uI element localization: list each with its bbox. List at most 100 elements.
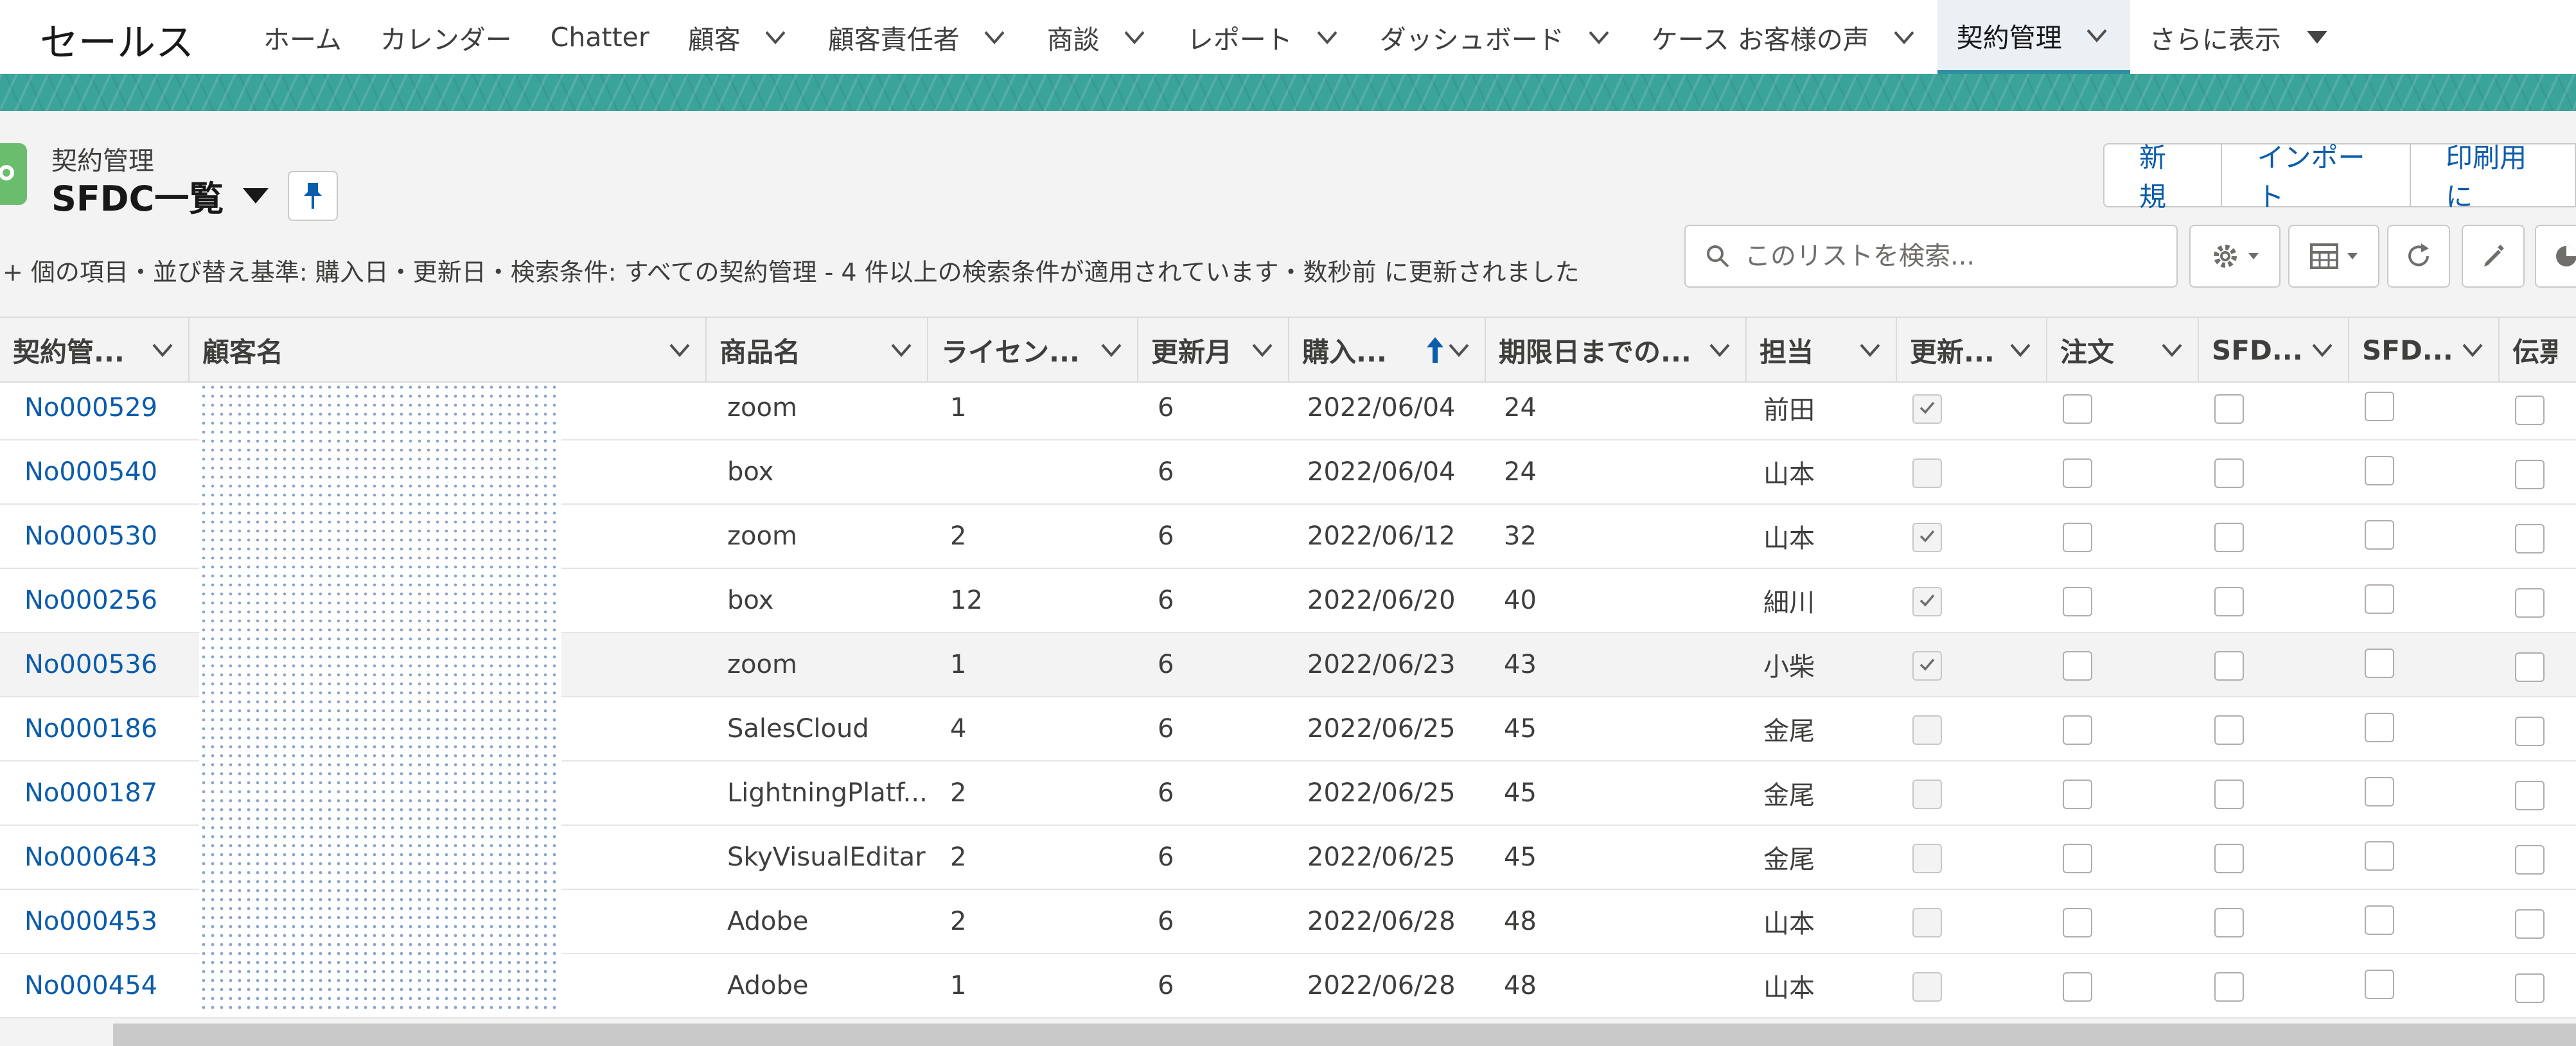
column-header-3[interactable]: ライセン... (928, 318, 1138, 382)
column-header-1[interactable]: 顧客名 (190, 318, 707, 382)
cell-id[interactable]: No000530 (24, 505, 195, 568)
checkbox-sfd-2[interactable] (2365, 649, 2394, 678)
chevron-down-icon[interactable] (1707, 337, 1733, 363)
chevron-down-icon[interactable] (2083, 21, 2111, 49)
refresh-button[interactable] (2387, 225, 2450, 288)
chevron-down-icon[interactable] (1585, 23, 1613, 51)
chevron-down-icon[interactable] (1446, 337, 1472, 363)
chevron-down-icon[interactable] (1098, 337, 1124, 363)
chevron-down-icon[interactable] (667, 337, 693, 363)
nav-tab-4[interactable]: 顧客責任者 (809, 0, 1028, 74)
sort-ascending-icon[interactable] (1424, 336, 1446, 364)
action-button-0[interactable]: 新規 (2103, 142, 2223, 213)
column-header-11[interactable]: SFD... (2349, 318, 2500, 382)
chevron-down-icon[interactable] (1120, 23, 1149, 51)
chevron-down-icon[interactable] (2309, 337, 2335, 363)
checkbox-order[interactable] (2063, 715, 2092, 745)
checkbox-order[interactable] (2063, 972, 2092, 1002)
nav-tab-8[interactable]: ケース お客様の声 (1632, 0, 1937, 74)
action-button-1[interactable]: インポート (2221, 142, 2412, 213)
checkbox-sfd-2[interactable] (2365, 905, 2394, 935)
checkbox-sfd-2[interactable] (2365, 392, 2394, 421)
checkbox-sfd-1[interactable] (2214, 523, 2244, 552)
nav-tab-3[interactable]: 顧客 (669, 0, 809, 74)
nav-tab-1[interactable]: カレンダー (361, 0, 531, 74)
display-as-button[interactable] (2288, 225, 2379, 288)
checkbox-sfd-1[interactable] (2214, 394, 2244, 424)
checkbox-sfd-1[interactable] (2214, 972, 2244, 1002)
checkbox-order[interactable] (2063, 394, 2092, 424)
cell-id[interactable]: No000187 (24, 762, 195, 824)
cell-id[interactable]: No000643 (24, 826, 195, 889)
pin-list-button[interactable] (288, 171, 338, 221)
checkbox-sfd-2[interactable] (2365, 584, 2394, 614)
column-header-4[interactable]: 更新月 (1138, 318, 1289, 382)
charts-button[interactable] (2535, 225, 2576, 288)
checkbox-sfd-1[interactable] (2214, 908, 2244, 937)
column-header-9[interactable]: 注文 (2047, 318, 2199, 382)
checkbox-order[interactable] (2063, 651, 2092, 681)
nav-tab-5[interactable]: 商談 (1028, 0, 1168, 74)
chevron-down-icon[interactable] (2159, 337, 2185, 363)
column-header-0[interactable]: 契約管... (0, 318, 190, 382)
checkbox-slip[interactable] (2515, 845, 2545, 875)
scrollbar-thumb[interactable] (113, 1024, 2576, 1046)
checkbox-order[interactable] (2063, 844, 2092, 873)
nav-more[interactable]: さらに表示 (2130, 0, 2347, 74)
chevron-down-icon[interactable] (761, 23, 790, 51)
checkbox-sfd-1[interactable] (2214, 844, 2244, 873)
chevron-down-icon[interactable] (1313, 23, 1341, 51)
checkbox-sfd-1[interactable] (2214, 651, 2244, 681)
cell-id[interactable]: No000529 (24, 383, 195, 439)
checkbox-sfd-2[interactable] (2365, 713, 2394, 742)
checkbox-sfd-2[interactable] (2365, 970, 2394, 999)
inline-edit-button[interactable] (2462, 225, 2525, 288)
cell-id[interactable]: No000454 (24, 954, 195, 1017)
checkbox-sfd-1[interactable] (2214, 715, 2244, 745)
column-header-12[interactable]: 伝票 (2500, 318, 2576, 382)
chevron-down-icon[interactable] (1890, 23, 1918, 51)
checkbox-slip[interactable] (2515, 460, 2545, 489)
list-settings-button[interactable] (2189, 225, 2280, 288)
checkbox-order[interactable] (2063, 458, 2092, 488)
checkbox-slip[interactable] (2515, 396, 2545, 425)
column-header-5[interactable]: 購入... (1289, 318, 1486, 382)
column-header-8[interactable]: 更新... (1897, 318, 2047, 382)
column-header-7[interactable]: 担当 (1747, 318, 1897, 382)
list-view-switcher[interactable]: SFDC一覧 (51, 170, 269, 221)
nav-tab-2[interactable]: Chatter (531, 0, 669, 74)
checkbox-sfd-2[interactable] (2365, 520, 2394, 550)
cell-id[interactable]: No000536 (24, 633, 195, 696)
chevron-down-icon[interactable] (150, 337, 175, 363)
checkbox-slip[interactable] (2515, 588, 2545, 618)
chevron-down-icon[interactable] (1249, 337, 1275, 363)
checkbox-sfd-1[interactable] (2214, 587, 2244, 616)
checkbox-sfd-1[interactable] (2214, 458, 2244, 488)
column-header-10[interactable]: SFD... (2199, 318, 2349, 382)
column-header-6[interactable]: 期限日までの... (1486, 318, 1747, 382)
nav-tab-7[interactable]: ダッシュボード (1361, 0, 1632, 74)
cell-id[interactable]: No000256 (24, 569, 195, 632)
cell-id[interactable]: No000453 (24, 890, 195, 953)
chevron-down-icon[interactable] (1857, 337, 1883, 363)
checkbox-slip[interactable] (2515, 909, 2545, 939)
cell-id[interactable]: No000540 (24, 440, 195, 503)
checkbox-sfd-2[interactable] (2365, 777, 2394, 806)
chevron-down-icon[interactable] (888, 337, 914, 363)
checkbox-slip[interactable] (2515, 781, 2545, 810)
checkbox-sfd-2[interactable] (2365, 456, 2394, 485)
checkbox-order[interactable] (2063, 780, 2092, 809)
checkbox-slip[interactable] (2515, 973, 2545, 1003)
nav-tab-6[interactable]: レポート (1168, 0, 1361, 74)
chevron-down-icon[interactable] (980, 23, 1009, 51)
action-button-2[interactable]: 印刷用に (2410, 142, 2576, 213)
column-header-2[interactable]: 商品名 (707, 318, 928, 382)
chevron-down-icon[interactable] (2460, 337, 2485, 363)
list-search-box[interactable] (1684, 225, 2178, 288)
checkbox-slip[interactable] (2515, 524, 2545, 554)
checkbox-sfd-2[interactable] (2365, 841, 2394, 871)
checkbox-order[interactable] (2063, 908, 2092, 937)
nav-tab-9[interactable]: 契約管理 (1937, 0, 2130, 74)
horizontal-scrollbar[interactable] (0, 1018, 2576, 1046)
search-input[interactable] (1743, 241, 2131, 272)
